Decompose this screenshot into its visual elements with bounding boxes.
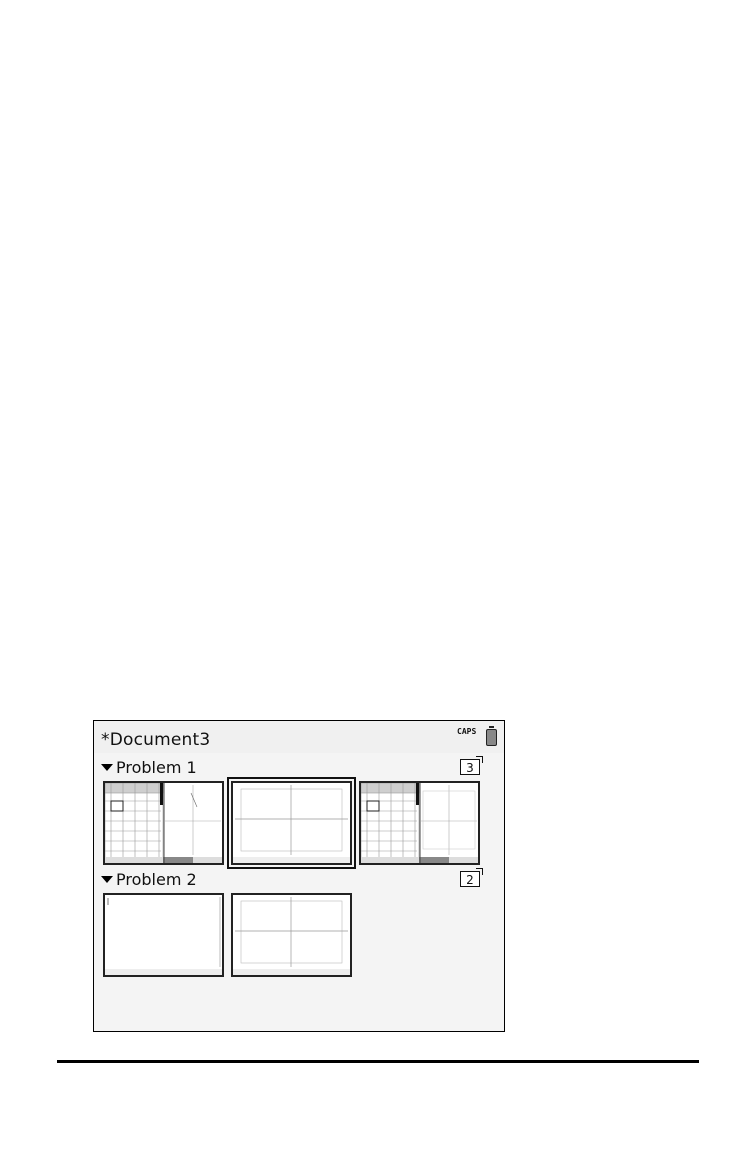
page-rule — [57, 1060, 699, 1063]
problem-1-header[interactable]: Problem 1 3 — [101, 756, 491, 778]
problem-2-header[interactable]: Problem 2 2 — [101, 868, 491, 890]
page-count-badge: 3 — [460, 756, 483, 775]
page-thumbnail-1-2[interactable] — [227, 777, 356, 869]
page-thumbnail-2-2[interactable] — [231, 893, 352, 977]
battery-icon — [486, 726, 497, 746]
handheld-screen: *Document3 CAPS Problem 1 3 Problem 2 2 — [93, 720, 505, 1032]
title-bar: *Document3 CAPS — [94, 721, 504, 753]
page-thumbnail-2-1[interactable] — [103, 893, 224, 977]
collapse-triangle-icon[interactable] — [101, 876, 113, 883]
page-thumbnail-1-3[interactable] — [359, 781, 480, 865]
collapse-triangle-icon[interactable] — [101, 764, 113, 771]
page-count-badge: 2 — [460, 868, 483, 887]
document-title: *Document3 — [101, 730, 211, 750]
caps-indicator: CAPS — [457, 727, 477, 736]
problem-1-label: Problem 1 — [116, 758, 197, 777]
page-thumbnail-1-1[interactable] — [103, 781, 224, 865]
problem-2-label: Problem 2 — [116, 870, 197, 889]
